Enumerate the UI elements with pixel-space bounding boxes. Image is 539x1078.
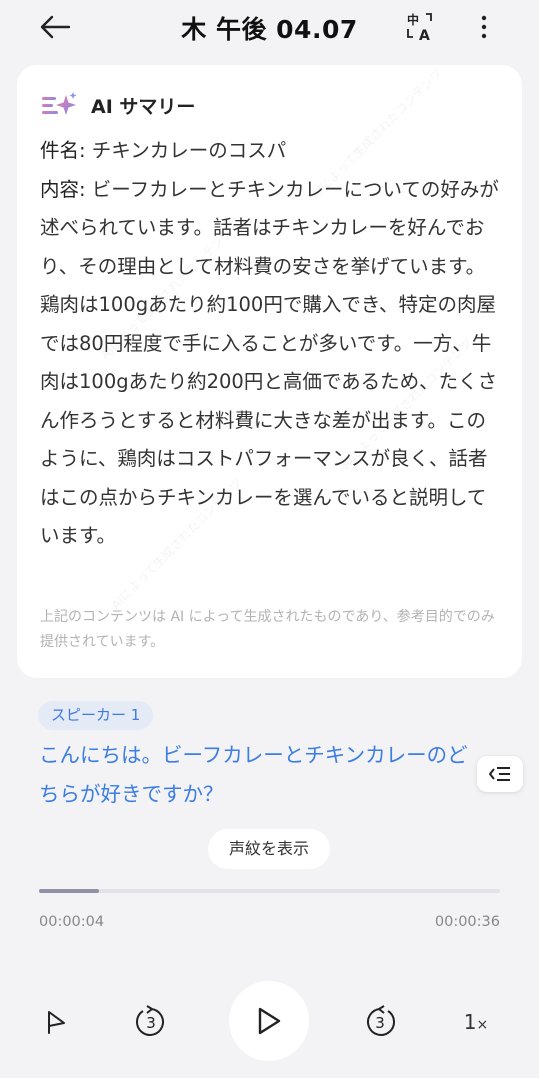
ai-summary-header: AI サマリー — [41, 91, 195, 119]
ai-disclaimer: 上記のコンテンツは AI によって生成されたものであり、参考目的でのみ提供されて… — [40, 609, 495, 650]
more-options-button[interactable] — [472, 10, 496, 44]
more-vertical-icon — [481, 15, 487, 39]
content-label: 内容: — [40, 177, 86, 201]
play-button[interactable] — [229, 981, 309, 1061]
ai-sparkle-icon — [42, 92, 77, 115]
translate-icon: 中 A — [407, 12, 432, 42]
playback-progress-bar[interactable] — [39, 889, 500, 893]
svg-text:A: A — [419, 28, 430, 42]
flag-icon — [48, 1011, 65, 1034]
subject-label: 件名: — [40, 139, 86, 162]
ai-summary-card: AIによって生成されたコンテンツ AIによって生成されたコンテンツ AIによって… — [17, 65, 522, 678]
back-button[interactable] — [36, 10, 74, 44]
ai-summary-heading: AI サマリー — [91, 95, 196, 118]
content-text: ビーフカレーとチキンカレーについての好みが述べられています。話者はチキンカレーを… — [40, 177, 499, 548]
forward-3-icon: 3 — [367, 1005, 395, 1036]
bookmark-button[interactable] — [38, 1004, 74, 1040]
subject-text: チキンカレーのコスパ — [85, 139, 287, 162]
svg-text:3: 3 — [146, 1014, 156, 1032]
transcript-text[interactable]: こんにちは。ビーフカレーとチキンカレーのどちらが好きですか？ — [39, 736, 479, 814]
page-title: 木 午後 04.07 — [181, 15, 358, 44]
summary-content: 内容: ビーフカレーとチキンカレーについての好みが述べられています。話者はチキン… — [40, 171, 502, 556]
rewind-3-icon: 3 — [136, 1005, 164, 1036]
play-icon — [258, 1007, 281, 1035]
collapse-panel-button[interactable] — [477, 756, 523, 792]
speed-suffix: × — [476, 1017, 489, 1033]
show-voiceprint-button[interactable]: 声紋を表示 — [208, 829, 330, 869]
arrow-left-icon — [40, 15, 71, 39]
translate-button[interactable]: 中 A — [404, 10, 436, 44]
current-time: 00:00:04 — [39, 914, 105, 930]
forward-3s-button[interactable]: 3 — [360, 1002, 400, 1042]
playback-progress-fill — [39, 889, 99, 893]
ai-summary-body: 件名: チキンカレーのコスパ 内容: ビーフカレーとチキンカレーについての好みが… — [40, 132, 502, 556]
speaker-badge[interactable]: スピーカー 1 — [38, 701, 154, 730]
playback-speed-label: 1× — [464, 1010, 488, 1034]
recording-detail-screen: 木 午後 04.07 中 A AIによって生成されたコンテンツ AIによって生成… — [0, 0, 539, 1078]
collapse-list-icon — [489, 767, 510, 781]
total-time: 00:00:36 — [434, 914, 500, 930]
speed-value: 1 — [463, 1010, 477, 1034]
svg-text:3: 3 — [375, 1014, 385, 1032]
summary-subject: 件名: チキンカレーのコスパ — [40, 132, 502, 171]
rewind-3s-button[interactable]: 3 — [131, 1002, 171, 1042]
header-bar: 木 午後 04.07 中 A — [0, 0, 539, 56]
svg-text:中: 中 — [407, 12, 419, 27]
playback-speed-button[interactable]: 1× — [456, 1004, 496, 1040]
